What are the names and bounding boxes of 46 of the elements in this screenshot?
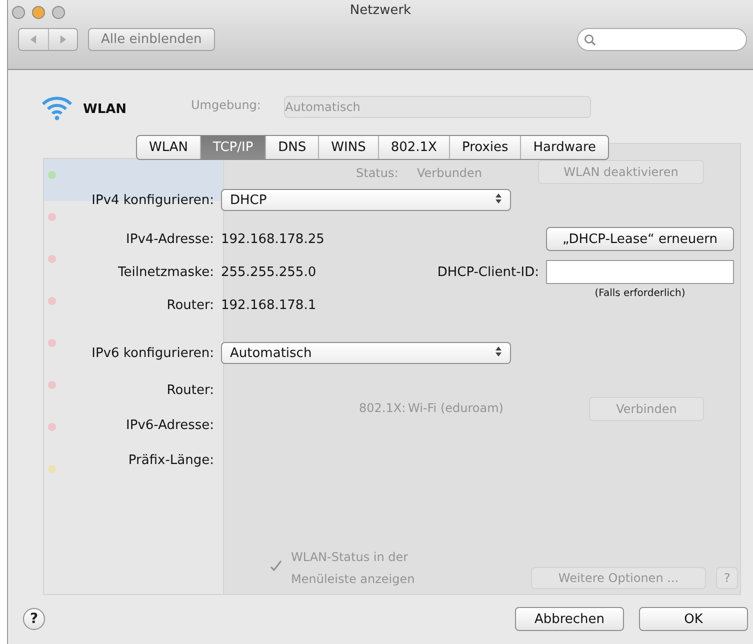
field-value: 192.168.178.1	[221, 298, 318, 313]
field-label: IPv6 konfigurieren:	[90, 346, 214, 360]
field-label: DHCP-Client-ID:	[436, 265, 539, 280]
up-down-arrows-icon	[495, 346, 502, 356]
checkmark-icon[interactable]	[270, 560, 282, 572]
field-label: Präfix-Länge:	[127, 452, 214, 468]
back-forward-buttons[interactable]	[18, 28, 78, 51]
service-name: WLAN	[83, 102, 127, 117]
field-label: Teilnetzmaske:	[117, 265, 214, 280]
help-button[interactable]: ?	[23, 608, 45, 630]
field-label: Router:	[166, 382, 214, 398]
search-icon	[584, 34, 596, 46]
tab[interactable]: Proxies	[448, 136, 520, 159]
tab[interactable]: WLAN	[137, 136, 200, 159]
window-title: Netzwerk	[350, 3, 412, 18]
eap-label: 802.1X:	[359, 401, 406, 415]
dropdown[interactable]: DHCP	[221, 189, 511, 211]
field-label: IPv4 konfigurieren:	[90, 192, 214, 208]
tab[interactable]: DNS	[265, 136, 318, 159]
field-value: 192.168.178.25	[221, 232, 326, 246]
tab[interactable]: TCP/IP	[200, 136, 266, 159]
dialog-button[interactable]: OK	[639, 607, 748, 631]
up-down-arrows-icon	[495, 192, 502, 204]
window-control-icon[interactable]	[32, 6, 45, 19]
client-id-field[interactable]	[546, 260, 734, 284]
search-field[interactable]	[577, 28, 747, 51]
field-label: IPv6-Adresse:	[125, 418, 214, 432]
window-control-icon[interactable]	[52, 6, 65, 19]
renew-lease-button[interactable]: „DHCP-Lease“ erneuern	[546, 227, 734, 251]
show-all-button[interactable]: Alle einblenden	[88, 28, 215, 51]
location-label: Umgebung:	[191, 98, 261, 112]
dropdown[interactable]: Automatisch	[221, 342, 511, 364]
eap-value: Wi-Fi (eduroam)	[408, 401, 504, 415]
tab[interactable]: Hardware	[520, 136, 608, 159]
tab[interactable]: WINS	[318, 136, 378, 159]
wifi-icon	[40, 95, 74, 121]
hint-text: (Falls erforderlich)	[594, 288, 686, 299]
field-label: IPv4-Adresse:	[125, 232, 214, 246]
field-value: 255.255.255.0	[221, 265, 318, 280]
tab[interactable]: 802.1X	[378, 136, 449, 159]
window-control-icon[interactable]	[12, 6, 25, 19]
dialog-button[interactable]: Abbrechen	[515, 607, 624, 631]
status-label: Status:	[356, 166, 398, 180]
field-label: Router:	[166, 298, 214, 313]
menu-bar-status-label: WLAN-Status in der Menüleiste anzeigen	[291, 549, 416, 588]
status-value: Verbunden	[417, 166, 482, 180]
